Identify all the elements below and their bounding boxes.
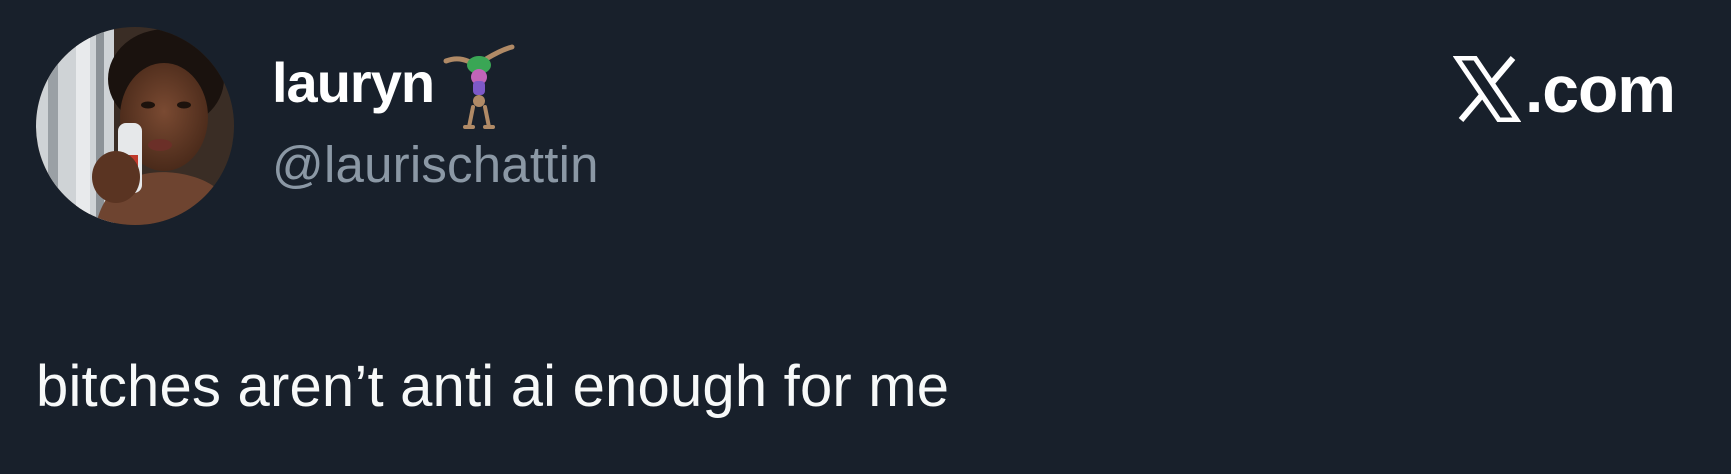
brand-watermark: .com (1452, 52, 1676, 126)
author-handle[interactable]: @laurischattin (272, 139, 599, 190)
tweet-text: bitches aren’t anti ai enough for me (36, 354, 950, 419)
display-name[interactable]: lauryn (272, 55, 435, 111)
avatar-photo (36, 27, 234, 225)
x-logo-icon (1452, 55, 1522, 123)
author-name-row: lauryn (272, 44, 518, 129)
brand-domain-suffix: .com (1524, 52, 1676, 126)
person-doing-cartwheel-icon (442, 43, 518, 131)
tweet-card: lauryn @laurischattin .com bitches aren’… (0, 0, 1731, 474)
avatar[interactable] (36, 27, 234, 225)
